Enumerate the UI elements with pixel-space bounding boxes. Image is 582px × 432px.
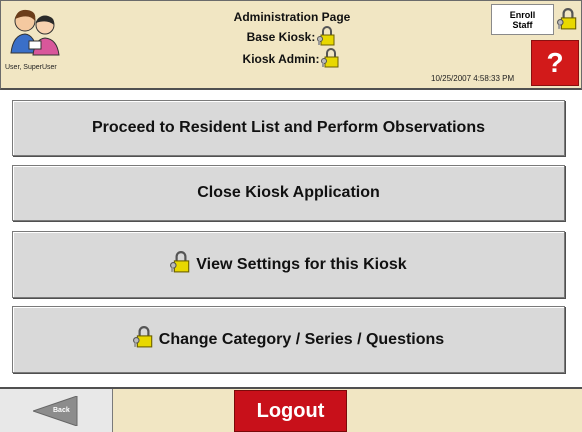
view-settings-button[interactable]: View Settings for this Kiosk (12, 231, 565, 298)
action-label: Proceed to Resident List and Perform Obs… (92, 119, 485, 136)
proceed-resident-list-button[interactable]: Proceed to Resident List and Perform Obs… (12, 100, 565, 156)
footer-bar: Back Logout (0, 387, 582, 432)
action-label: View Settings for this Kiosk (196, 255, 407, 273)
help-button[interactable]: ? (531, 40, 579, 86)
base-kiosk-label: Base Kiosk: (246, 30, 316, 44)
back-label: Back (53, 407, 70, 414)
close-kiosk-button[interactable]: Close Kiosk Application (12, 165, 565, 221)
users-avatar-icon (7, 7, 63, 57)
logout-button[interactable]: Logout (234, 390, 347, 432)
action-label: Close Kiosk Application (197, 184, 380, 201)
padlock-keys-icon (321, 47, 341, 71)
title-block: Administration Page Base Kiosk: Kiosk Ad… (197, 10, 387, 70)
header-bar: User, SuperUser Administration Page Base… (0, 0, 582, 90)
change-category-button[interactable]: Change Category / Series / Questions (12, 306, 565, 373)
enroll-staff-button[interactable]: Enroll Staff (491, 4, 554, 35)
back-button[interactable]: Back (0, 389, 113, 432)
timestamp: 10/25/2007 4:58:33 PM (431, 74, 515, 83)
page-title: Administration Page (233, 10, 351, 24)
padlock-keys-icon (317, 25, 337, 49)
kiosk-admin-label: Kiosk Admin: (242, 52, 320, 66)
current-user-label: User, SuperUser (5, 64, 57, 71)
padlock-keys-icon (557, 8, 579, 35)
padlock-keys-icon (132, 326, 155, 353)
padlock-keys-icon (170, 251, 192, 278)
action-label: Change Category / Series / Questions (158, 330, 445, 348)
